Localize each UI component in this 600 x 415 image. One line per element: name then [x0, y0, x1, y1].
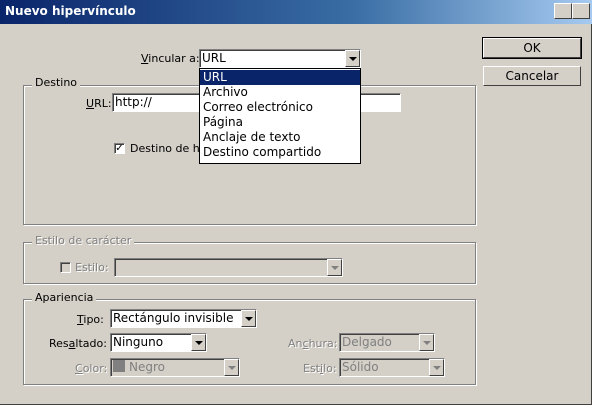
shared-destination-checkbox[interactable]: ✓ — [114, 143, 125, 154]
chevron-down-icon[interactable] — [429, 359, 444, 376]
dropdown-option-anclaje[interactable]: Anclaje de texto — [200, 130, 360, 145]
dropdown-option-correo[interactable]: Correo electrónico — [200, 100, 360, 115]
cancel-button[interactable]: Cancelar — [483, 66, 581, 86]
char-style-select[interactable] — [114, 258, 343, 277]
line-style-select[interactable]: Sólido — [339, 358, 445, 377]
type-value: Rectángulo invisible — [113, 311, 234, 325]
width-select[interactable]: Delgado — [339, 333, 435, 352]
chevron-down-icon[interactable] — [191, 334, 206, 351]
type-label: Tipo: — [77, 313, 104, 326]
dropdown-option-pagina[interactable]: Página — [200, 115, 360, 130]
dropdown-option-destino-compartido[interactable]: Destino compartido — [200, 145, 360, 160]
help-button[interactable] — [554, 3, 572, 19]
color-select[interactable]: Negro — [110, 358, 240, 377]
destination-group-title: Destino — [32, 76, 81, 89]
shared-destination-label: Destino de hi — [130, 142, 203, 155]
chevron-down-icon[interactable] — [241, 310, 256, 327]
line-style-label: Estilo: — [303, 362, 337, 375]
link-to-value: URL — [202, 51, 226, 65]
dialog-title: Nuevo hipervínculo — [5, 4, 136, 18]
type-select[interactable]: Rectángulo invisible — [110, 309, 257, 328]
char-style-checkbox[interactable] — [60, 262, 71, 273]
ok-button[interactable]: OK — [482, 37, 582, 59]
link-to-dropdown-list: URL Archivo Correo electrónico Página An… — [199, 68, 361, 164]
char-style-label: Estilo: — [75, 261, 109, 274]
color-label: Color: — [75, 362, 108, 375]
chevron-down-icon[interactable] — [224, 359, 239, 376]
color-swatch — [113, 360, 125, 372]
hyperlink-dialog: Nuevo hipervínculo Vincular a: URL OK Ca… — [0, 0, 592, 405]
chevron-down-icon[interactable] — [419, 334, 434, 351]
close-button[interactable] — [572, 3, 590, 19]
dropdown-option-archivo[interactable]: Archivo — [200, 85, 360, 100]
highlight-label: Resaltado: — [49, 337, 107, 350]
dropdown-option-url[interactable]: URL — [200, 70, 360, 85]
line-style-value: Sólido — [342, 360, 379, 374]
title-bar: Nuevo hipervínculo — [0, 0, 592, 24]
char-style-group-title: Estilo de carácter — [32, 234, 135, 247]
chevron-down-icon[interactable] — [327, 259, 342, 276]
link-to-label: Vincular a: — [141, 52, 200, 65]
url-label: URL: — [86, 97, 112, 110]
appearance-group-title: Apariencia — [32, 291, 97, 304]
highlight-select[interactable]: Ninguno — [110, 333, 207, 352]
width-value: Delgado — [342, 335, 392, 349]
color-value: Negro — [129, 360, 165, 374]
link-to-select[interactable]: URL — [199, 49, 361, 68]
width-label: Anchura: — [288, 337, 338, 350]
highlight-value: Ninguno — [113, 335, 164, 349]
chevron-down-icon[interactable] — [345, 50, 360, 67]
